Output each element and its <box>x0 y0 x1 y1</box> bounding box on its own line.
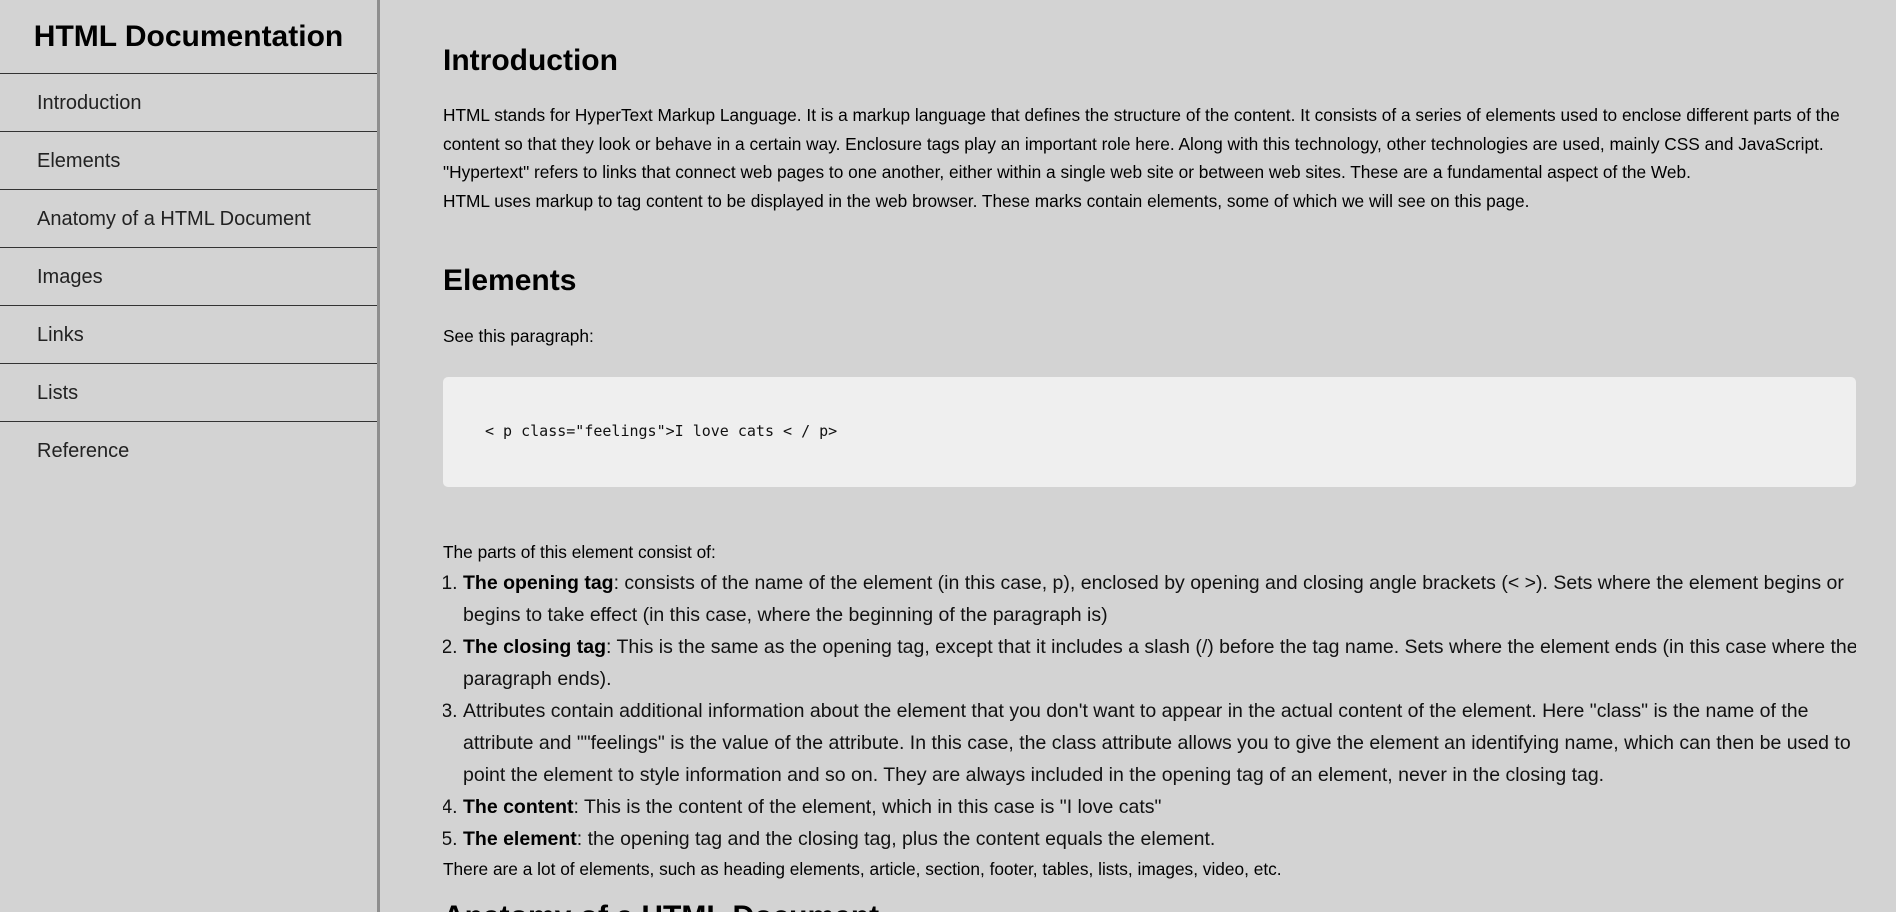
sidebar-item-introduction[interactable]: Introduction <box>0 74 377 132</box>
sidebar-item-links[interactable]: Links <box>0 306 377 364</box>
list-item: The element: the opening tag and the clo… <box>463 823 1856 855</box>
section-heading-anatomy: Anatomy of a HTML Document <box>443 900 879 912</box>
list-item-text: Attributes contain additional informatio… <box>463 700 1851 786</box>
list-item-term: The content <box>463 796 574 818</box>
code-block: < p class="feelings">I love cats < / p> <box>443 377 1856 487</box>
main-content: Introduction HTML stands for HyperText M… <box>443 0 1856 912</box>
intro-paragraph: "Hypertext" refers to links that connect… <box>443 162 1691 182</box>
list-item-term: The element <box>463 828 577 850</box>
list-item-text: : This is the same as the opening tag, e… <box>463 636 1856 690</box>
list-item-text: : consists of the name of the element (i… <box>463 572 1844 626</box>
section-heading-introduction: Introduction <box>443 44 618 77</box>
elements-closing-paragraph: There are a lot of elements, such as hea… <box>443 859 1282 879</box>
introduction-body: HTML stands for HyperText Markup Languag… <box>443 101 1856 215</box>
list-item: Attributes contain additional informatio… <box>463 695 1856 791</box>
list-item: The closing tag: This is the same as the… <box>463 631 1856 695</box>
list-item-text: : This is the content of the element, wh… <box>573 796 1162 818</box>
sidebar-item-elements[interactable]: Elements <box>0 132 377 190</box>
parts-intro-paragraph: The parts of this element consist of: <box>443 542 716 562</box>
sidebar-item-images[interactable]: Images <box>0 248 377 306</box>
element-parts-list: The opening tag: consists of the name of… <box>443 567 1856 855</box>
list-item: The content: This is the content of the … <box>463 791 1856 823</box>
intro-paragraph: HTML uses markup to tag content to be di… <box>443 190 1530 211</box>
code-snippet: < p class="feelings">I love cats < / p> <box>485 422 838 440</box>
list-item: The opening tag: consists of the name of… <box>463 567 1856 631</box>
sidebar-nav: HTML Documentation Introduction Elements… <box>0 0 380 912</box>
elements-intro-paragraph: See this paragraph: <box>443 326 594 346</box>
list-item-term: The opening tag <box>463 572 614 594</box>
list-item-text: : the opening tag and the closing tag, p… <box>576 828 1216 850</box>
section-heading-elements: Elements <box>443 264 577 297</box>
sidebar-item-anatomy[interactable]: Anatomy of a HTML Document <box>0 190 377 248</box>
sidebar-item-reference[interactable]: Reference <box>0 422 377 480</box>
list-item-term: The closing tag <box>463 636 607 658</box>
intro-paragraph: HTML stands for HyperText Markup Languag… <box>443 105 1840 154</box>
sidebar-item-lists[interactable]: Lists <box>0 364 377 422</box>
sidebar-title: HTML Documentation <box>0 0 377 74</box>
